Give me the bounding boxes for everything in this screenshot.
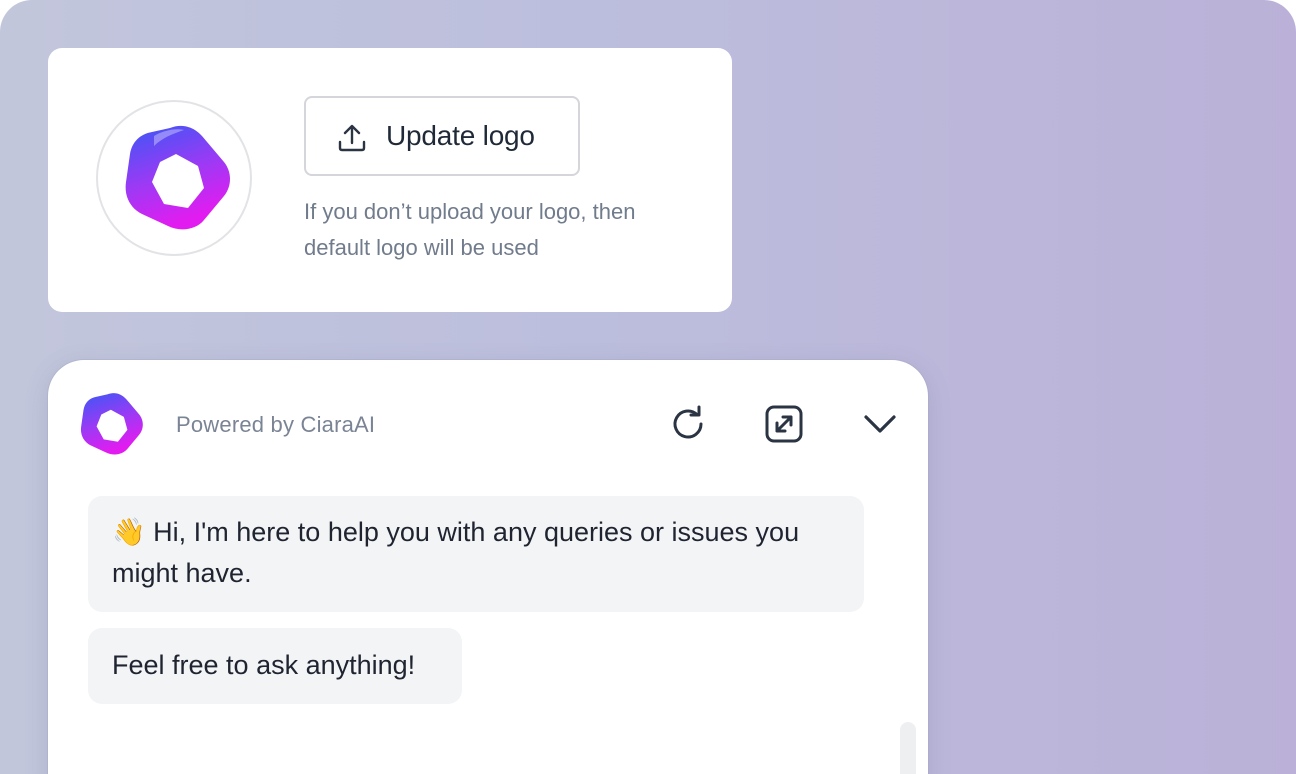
ciara-logo-icon: [125, 125, 230, 230]
chat-widget: Powered by CiaraAI 👋 Hi, I'm here to hel…: [48, 360, 928, 774]
message-line: might have.: [112, 558, 252, 588]
chevron-down-icon: [864, 415, 896, 433]
bot-message-bubble: 👋 Hi, I'm here to help you with any quer…: [88, 496, 864, 612]
bot-message-bubble: Feel free to ask anything!: [88, 628, 462, 704]
refresh-button[interactable]: [668, 404, 708, 444]
expand-button[interactable]: [764, 404, 804, 444]
powered-by-label: Powered by CiaraAI: [176, 412, 376, 437]
collapse-button[interactable]: [860, 404, 900, 444]
hint-line: If you don’t upload your logo, then: [304, 199, 636, 224]
logo-preview: [96, 100, 252, 256]
chat-scrollbar[interactable]: [900, 722, 916, 774]
hint-line: default logo will be used: [304, 235, 539, 260]
update-logo-button[interactable]: Update logo: [304, 96, 580, 176]
message-line: Feel free to ask anything!: [112, 650, 416, 680]
ciara-logo-icon: [80, 393, 143, 455]
logo-hint-text: If you don’t upload your logo, then defa…: [304, 194, 704, 266]
expand-icon: [765, 405, 803, 443]
update-logo-label: Update logo: [386, 120, 535, 151]
logo-settings-card: Update logo If you don’t upload your log…: [48, 48, 732, 312]
refresh-icon: [673, 405, 703, 439]
page-background: Update logo If you don’t upload your log…: [0, 0, 1296, 774]
upload-icon: [338, 124, 366, 152]
message-line: 👋 Hi, I'm here to help you with any quer…: [112, 517, 800, 547]
